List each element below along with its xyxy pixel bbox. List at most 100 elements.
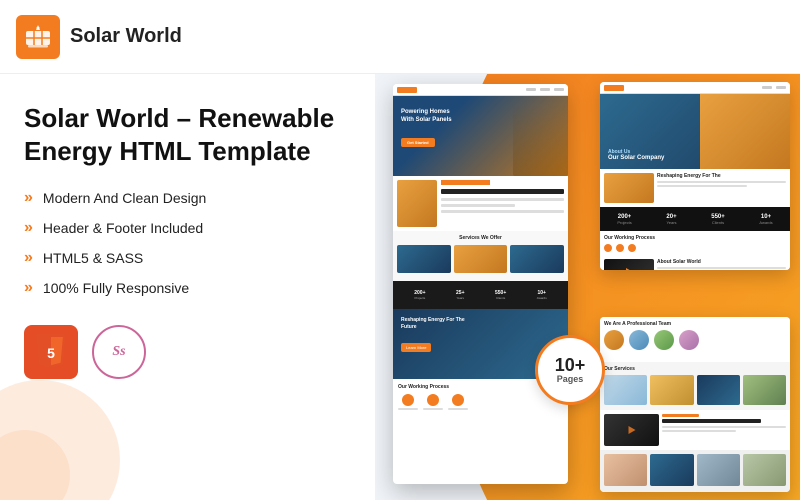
mockup-right-bottom: We Are A Professional Team Our Services <box>600 317 790 492</box>
feature-item-2: » Header & Footer Included <box>24 219 351 237</box>
mock-about-image <box>397 180 437 227</box>
feature-label-1: Modern And Clean Design <box>43 190 206 206</box>
rb-play-icon <box>628 426 635 434</box>
mock-services-title: Services We Offer <box>397 235 564 241</box>
feature-item-1: » Modern And Clean Design <box>24 189 351 207</box>
arrow-icon-4: » <box>24 279 33 297</box>
pages-badge: 10+ Pages <box>535 335 605 405</box>
rb-bot-card-3 <box>697 454 740 486</box>
svg-text:5: 5 <box>47 345 55 361</box>
rt-stat-lbl-3: Clients <box>711 220 725 225</box>
rb-bottom-cards <box>600 450 790 492</box>
mockup-container: Powering HomesWith Solar Panels Get Star… <box>375 74 800 500</box>
rb-avatar-1 <box>604 330 624 350</box>
rb-contact-section <box>600 410 790 450</box>
sass-badge: Ss <box>92 325 146 379</box>
feature-item-3: » HTML5 & SASS <box>24 249 351 267</box>
mock-working-steps <box>398 394 563 410</box>
mock-hero: Powering HomesWith Solar Panels Get Star… <box>393 96 568 176</box>
rb-bottom-card-row <box>604 454 786 486</box>
rt-stat-3: 550+ Clients <box>711 214 725 225</box>
mock-about <box>393 176 568 231</box>
main-content: Solar World – Renewable Energy HTML Temp… <box>0 74 800 500</box>
rb-accent-line <box>662 414 699 417</box>
rt-nav-link-1 <box>762 86 772 89</box>
rb-team-section: We Are A Professional Team <box>600 317 790 362</box>
rt-about-content: Reshaping Energy For The <box>657 173 786 203</box>
mock-services: Services We Offer <box>393 231 568 281</box>
mock-about-orange-line <box>441 180 490 185</box>
rb-title-line <box>662 419 761 423</box>
rt-stats-row: 200+ Projects 20+ Years 550+ Clients 10+… <box>600 207 790 231</box>
rt-video-thumb <box>604 259 654 270</box>
mock-step-1 <box>398 394 418 410</box>
feature-label-2: Header & Footer Included <box>43 220 203 236</box>
rt-nav-link-2 <box>776 86 786 89</box>
mock-stat-lbl-2: Years <box>456 296 464 300</box>
mock-step-2 <box>423 394 443 410</box>
html5-badge: 5 <box>24 325 78 379</box>
rt-about-img <box>604 173 654 203</box>
rt-stat-lbl-1: Projects <box>617 220 631 225</box>
mock-hero-button: Get Started <box>401 138 435 147</box>
mock-stat-lbl-4: Awards <box>537 296 547 300</box>
mock-service-1 <box>397 245 451 273</box>
mock-nav <box>393 84 568 96</box>
mock-nav-link-2 <box>540 88 550 91</box>
html5-label: 5 <box>36 334 66 371</box>
rt-hero-img-right <box>700 94 790 169</box>
feature-item-4: » 100% Fully Responsive <box>24 279 351 297</box>
rt-play-icon <box>604 259 654 270</box>
mock-service-3 <box>510 245 564 273</box>
rb-svc-3 <box>697 375 740 405</box>
rt-working-section: Our Working Process <box>600 231 790 255</box>
logo[interactable]: Solar World <box>16 15 182 59</box>
rb-text-2 <box>662 430 736 432</box>
rb-avatar-3 <box>654 330 674 350</box>
rt-nav-logo <box>604 85 624 91</box>
rb-svc-4 <box>743 375 786 405</box>
mock-service-cards <box>397 245 564 273</box>
mock-stat-3: 550+ Clients <box>495 290 506 300</box>
rb-avatar-2 <box>629 330 649 350</box>
logo-text: Solar World <box>70 25 182 48</box>
mock-nav-link-1 <box>526 88 536 91</box>
rb-contact-text <box>662 414 786 446</box>
mock-text-3 <box>441 210 564 213</box>
feature-label-3: HTML5 & SASS <box>43 250 143 266</box>
mock-stat-1: 200+ Projects <box>414 290 425 300</box>
rt-nav-links <box>762 86 786 89</box>
rb-service-cards <box>604 375 786 405</box>
mockup-main: Powering HomesWith Solar Panels Get Star… <box>393 84 568 484</box>
rb-team-avatars <box>604 330 786 350</box>
solar-panel-icon <box>24 23 52 51</box>
arrow-icon-2: » <box>24 219 33 237</box>
mock-about-title-line <box>441 189 564 194</box>
rt-about-title: Reshaping Energy For The <box>657 173 786 179</box>
rb-svc-2 <box>650 375 693 405</box>
rb-text-1 <box>662 426 786 428</box>
rt-stat-1: 200+ Projects <box>617 214 631 225</box>
arrow-icon-3: » <box>24 249 33 267</box>
product-title: Solar World – Renewable Energy HTML Temp… <box>24 102 351 167</box>
left-panel: Solar World – Renewable Energy HTML Temp… <box>0 74 375 500</box>
rt-stat-num-4: 10+ <box>759 214 772 220</box>
rb-bot-card-4 <box>743 454 786 486</box>
mock-person <box>513 104 568 176</box>
rt-solar-text: About Solar World <box>657 259 786 270</box>
rb-bot-card-1 <box>604 454 647 486</box>
rb-team-title: We Are A Professional Team <box>604 321 786 327</box>
rt-hero-text-area: About Us Our Solar Company <box>608 149 664 161</box>
rt-dot-1 <box>604 244 612 252</box>
rb-services-title: Our Services <box>604 366 786 372</box>
rt-stat-num-1: 200+ <box>617 214 631 220</box>
mock-nav-links <box>526 88 564 91</box>
right-panel: Powering HomesWith Solar Panels Get Star… <box>375 74 800 500</box>
rt-working-dots <box>604 244 786 252</box>
mock-about-text <box>441 180 564 227</box>
rt-stat-lbl-2: Years <box>666 220 676 225</box>
rt-stat-2: 20+ Years <box>666 214 676 225</box>
arrow-icon-1: » <box>24 189 33 207</box>
mock-logo <box>397 87 417 93</box>
rt-stat-num-2: 20+ <box>666 214 676 220</box>
